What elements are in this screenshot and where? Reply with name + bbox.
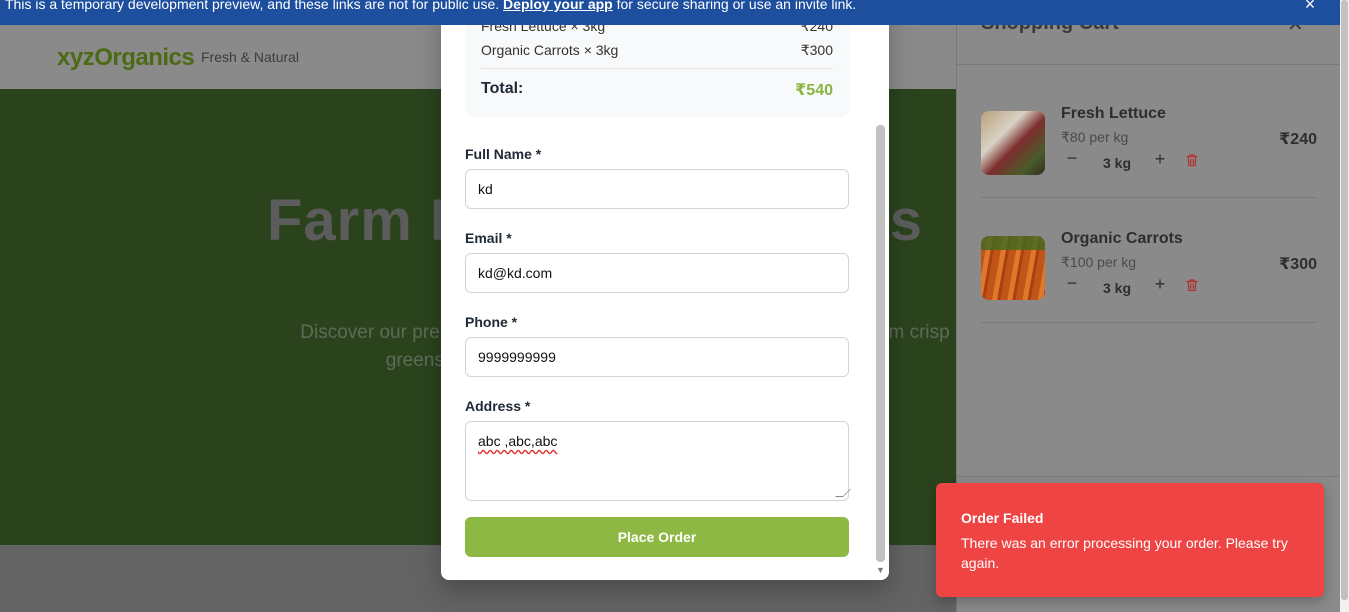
cart-item-unit-price: ₹80 per kg xyxy=(1061,129,1129,145)
dev-preview-banner: This is a temporary development preview,… xyxy=(0,0,1340,25)
close-icon[interactable]: × xyxy=(1300,0,1320,13)
summary-total-label: Total: xyxy=(481,80,524,97)
product-image xyxy=(981,236,1045,300)
decrease-quantity-button[interactable]: − xyxy=(1065,149,1079,167)
scroll-down-arrow-icon[interactable]: ▼ xyxy=(876,565,885,575)
summary-item-amount: ₹300 xyxy=(800,42,833,58)
cart-item-name: Organic Carrots xyxy=(1061,230,1183,247)
toast-title: Order Failed xyxy=(961,510,1044,526)
address-textarea[interactable]: abc ,abc,abc xyxy=(465,421,849,501)
summary-row: Organic Carrots × 3kg ₹300 xyxy=(481,42,833,58)
cart-item-quantity: 3 kg xyxy=(1103,155,1132,171)
banner-text: This is a temporary development preview,… xyxy=(5,0,500,12)
site-tagline: Fresh & Natural xyxy=(201,49,300,65)
product-image xyxy=(981,111,1045,175)
place-order-button[interactable]: Place Order xyxy=(465,517,849,557)
full-name-input[interactable] xyxy=(465,169,849,209)
summary-total-value: ₹540 xyxy=(795,82,833,99)
trash-icon[interactable] xyxy=(1185,153,1199,167)
cart-item-total: ₹300 xyxy=(1279,256,1317,273)
phone-input[interactable] xyxy=(465,337,849,377)
full-name-label: Full Name * xyxy=(465,146,542,162)
cart-footer-divider xyxy=(957,476,1341,477)
email-label: Email * xyxy=(465,230,512,246)
cart-item-quantity: 3 kg xyxy=(1103,280,1132,296)
checkout-modal: Fresh Lettuce × 3kg ₹240 Organic Carrots… xyxy=(441,0,889,580)
deploy-app-link[interactable]: Deploy your app xyxy=(503,0,613,12)
cart-item-unit-price: ₹100 per kg xyxy=(1061,254,1137,270)
increase-quantity-button[interactable]: + xyxy=(1153,150,1167,168)
decrease-quantity-button[interactable]: − xyxy=(1065,274,1079,292)
cart-item: Organic Carrots ₹100 per kg − 3 kg + ₹30… xyxy=(981,218,1317,323)
email-input[interactable] xyxy=(465,253,849,293)
error-toast: Order Failed There was an error processi… xyxy=(936,483,1324,597)
page-scrollbar-thumb[interactable] xyxy=(1341,0,1348,600)
summary-item-label: Organic Carrots × 3kg xyxy=(481,42,619,58)
site-logo[interactable]: xyzOrganics xyxy=(57,44,195,72)
address-label: Address * xyxy=(465,398,531,414)
increase-quantity-button[interactable]: + xyxy=(1153,275,1167,293)
modal-scrollbar-thumb[interactable] xyxy=(876,125,885,562)
toast-message: There was an error processing your order… xyxy=(961,535,1288,571)
cart-item: Fresh Lettuce ₹80 per kg − 3 kg + ₹240 xyxy=(981,93,1317,198)
address-value: abc ,abc,abc xyxy=(478,433,558,449)
banner-text-suffix: for secure sharing or use an invite link… xyxy=(616,0,857,12)
cart-item-total: ₹240 xyxy=(1279,131,1317,148)
phone-label: Phone * xyxy=(465,314,518,330)
trash-icon[interactable] xyxy=(1185,278,1199,292)
cart-item-name: Fresh Lettuce xyxy=(1061,105,1166,122)
summary-divider xyxy=(481,68,833,69)
